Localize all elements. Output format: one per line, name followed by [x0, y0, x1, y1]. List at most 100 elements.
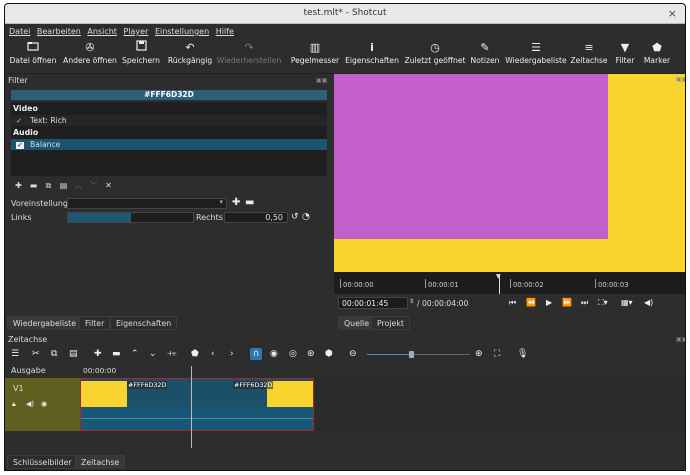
- fast-forward-icon[interactable]: ⏩: [562, 298, 572, 307]
- tab-timeline[interactable]: Zeitachse: [75, 455, 126, 469]
- filter-item-balance[interactable]: ✓ Balance: [11, 139, 327, 150]
- remove-icon[interactable]: ▬: [112, 348, 121, 360]
- skip-next-icon[interactable]: ⏭: [581, 298, 588, 308]
- preset-select[interactable]: ▾: [67, 198, 227, 209]
- main-toolbar: Datei öffnen ✇ Andere öffnen Speichern ↶…: [5, 40, 685, 74]
- color-clip-preview: [334, 74, 608, 239]
- grid-icon[interactable]: ▦▾: [621, 298, 633, 307]
- undo-button[interactable]: ↶ Rückgängig: [166, 40, 214, 74]
- audio-meter-button[interactable]: ▥ Pegelmesser: [289, 40, 341, 74]
- scrub-icon[interactable]: ◉: [270, 348, 278, 360]
- timeline-button[interactable]: ≡ Zeitachse: [569, 40, 609, 74]
- v1-track-header[interactable]: V1 🔒︎ ◀) ◉: [5, 378, 80, 431]
- zoom-knob[interactable]: [409, 351, 414, 358]
- zoom-out-icon[interactable]: ⊖: [349, 348, 357, 360]
- filter-button[interactable]: ▼ Filter: [611, 40, 639, 74]
- menu-hilfe[interactable]: Hilfe: [212, 24, 234, 36]
- add-filter-icon[interactable]: ✚: [13, 181, 24, 191]
- properties-button[interactable]: i Eigenschaften: [344, 40, 400, 74]
- mute-icon[interactable]: ◀): [26, 400, 34, 408]
- paste-icon[interactable]: ▤: [69, 348, 78, 360]
- rewind-icon[interactable]: ⏪: [526, 298, 536, 307]
- save-button[interactable]: Speichern: [120, 40, 162, 74]
- remove-preset-icon[interactable]: ▬: [245, 198, 254, 208]
- open-other-button[interactable]: ✇ Andere öffnen: [61, 40, 119, 74]
- add-preset-icon[interactable]: ✚: [232, 198, 240, 208]
- filter-item-text-rich[interactable]: ✓ Text: Rich: [11, 115, 327, 126]
- playhead-marker-icon: ▼: [496, 273, 501, 280]
- tab-source[interactable]: Quelle: [338, 316, 376, 330]
- timeline-playhead[interactable]: [191, 366, 192, 448]
- tab-project[interactable]: Projekt: [371, 316, 410, 330]
- zoom-slider[interactable]: [367, 351, 470, 358]
- split-icon[interactable]: ⫞⫟: [167, 348, 177, 360]
- menu-ansicht[interactable]: Ansicht: [83, 24, 117, 36]
- lift-icon[interactable]: ⌃: [131, 348, 139, 360]
- copy-filter-icon[interactable]: ⧉: [43, 181, 54, 191]
- ripple-all-icon[interactable]: ⊛: [307, 348, 315, 360]
- overwrite-icon[interactable]: ⌄: [149, 348, 157, 360]
- copy-icon[interactable]: ⧉: [51, 348, 57, 360]
- ruler-tick: [510, 279, 511, 288]
- append-icon[interactable]: ✚: [94, 348, 102, 360]
- timeline-clip[interactable]: #FFF6D32D #FFF6D32D: [80, 378, 314, 431]
- timeline-icon: ≡: [584, 41, 594, 54]
- marker-icon[interactable]: ⬟: [191, 348, 199, 360]
- panel-float-close-icon[interactable]: ▣▣: [676, 336, 685, 343]
- play-icon[interactable]: ▶: [546, 298, 552, 307]
- video-viewer[interactable]: [334, 74, 685, 272]
- move-up-icon[interactable]: ︿: [73, 181, 84, 191]
- open-file-button[interactable]: Datei öffnen: [7, 40, 59, 74]
- checkbox[interactable]: ✓: [16, 142, 24, 149]
- title-bar: test.mlt* - Shotcut ×: [5, 4, 685, 24]
- menu-bearbeiten[interactable]: Bearbeiten: [33, 24, 81, 36]
- zoom-fit-icon[interactable]: ⛶▾: [598, 298, 608, 308]
- zoom-fit-icon[interactable]: ⛶: [494, 348, 500, 360]
- balance-spinbox[interactable]: 0,50: [224, 212, 288, 223]
- marker-button[interactable]: ⬟ Marker: [641, 40, 673, 74]
- tab-keyframes[interactable]: Schlüsselbilder: [7, 455, 78, 469]
- skip-previous-icon[interactable]: ⏮: [509, 298, 516, 308]
- remove-filter-icon[interactable]: ▬: [28, 181, 39, 191]
- panel-float-close-icon[interactable]: ▣▣: [316, 77, 327, 84]
- menu-datei[interactable]: Datei: [5, 24, 30, 36]
- tab-filter[interactable]: Filter: [79, 316, 111, 330]
- recent-button[interactable]: ◷ Zuletzt geöffnet: [403, 40, 467, 74]
- close-icon[interactable]: ×: [668, 7, 677, 20]
- checkbox[interactable]: ✓: [16, 116, 24, 127]
- notes-button[interactable]: ✎ Notizen: [468, 40, 502, 74]
- slider-fill: [68, 213, 131, 222]
- move-down-icon[interactable]: ﹀: [88, 181, 99, 191]
- volume-icon[interactable]: ◀): [644, 298, 653, 307]
- record-audio-icon[interactable]: 🎙: [517, 348, 528, 360]
- spin-arrows-icon[interactable]: ⇕: [409, 298, 414, 305]
- tab-properties[interactable]: Eigenschaften: [110, 316, 178, 330]
- balance-slider[interactable]: [67, 212, 194, 223]
- eye-icon[interactable]: ◉: [41, 400, 47, 408]
- reset-icon[interactable]: ↺: [291, 212, 299, 222]
- timeline-ruler[interactable]: 00:00:00: [80, 364, 685, 378]
- redo-button[interactable]: ↷ Wiederherstellen: [216, 40, 282, 74]
- playlist-button[interactable]: ☰ Wiedergabeliste: [505, 40, 567, 74]
- zoom-in-icon[interactable]: ⊕: [475, 348, 483, 360]
- deselect-icon[interactable]: ✕: [103, 181, 114, 191]
- panel-float-close-icon[interactable]: ▣▣: [676, 76, 685, 83]
- ripple-icon[interactable]: ◎: [289, 348, 297, 360]
- output-track-header: Ausgabe: [5, 364, 80, 378]
- snap-icon[interactable]: ∩: [250, 348, 262, 360]
- paste-filter-icon[interactable]: ▤: [58, 181, 69, 191]
- total-time: / 00:00:04:00: [417, 299, 469, 308]
- menu-player[interactable]: Player: [119, 24, 148, 36]
- menu-icon[interactable]: ☰: [11, 348, 19, 360]
- current-timecode[interactable]: 00:00:01:45: [338, 297, 408, 309]
- previous-marker-icon[interactable]: ‹: [211, 348, 215, 360]
- player-ruler[interactable]: 00:00:00 00:00:01 00:00:02 00:00:03 ▼: [334, 272, 685, 294]
- next-marker-icon[interactable]: ›: [230, 348, 234, 360]
- lock-icon[interactable]: 🔒︎: [12, 400, 16, 409]
- menu-einstellungen[interactable]: Einstellungen: [151, 24, 209, 36]
- tab-playlist[interactable]: Wiedergabeliste: [7, 316, 83, 330]
- cut-icon[interactable]: ✂: [32, 348, 40, 360]
- keyframe-icon[interactable]: ◔: [302, 212, 310, 222]
- ripple-markers-icon[interactable]: ⬢: [325, 348, 333, 360]
- ruler-tick: [425, 279, 426, 288]
